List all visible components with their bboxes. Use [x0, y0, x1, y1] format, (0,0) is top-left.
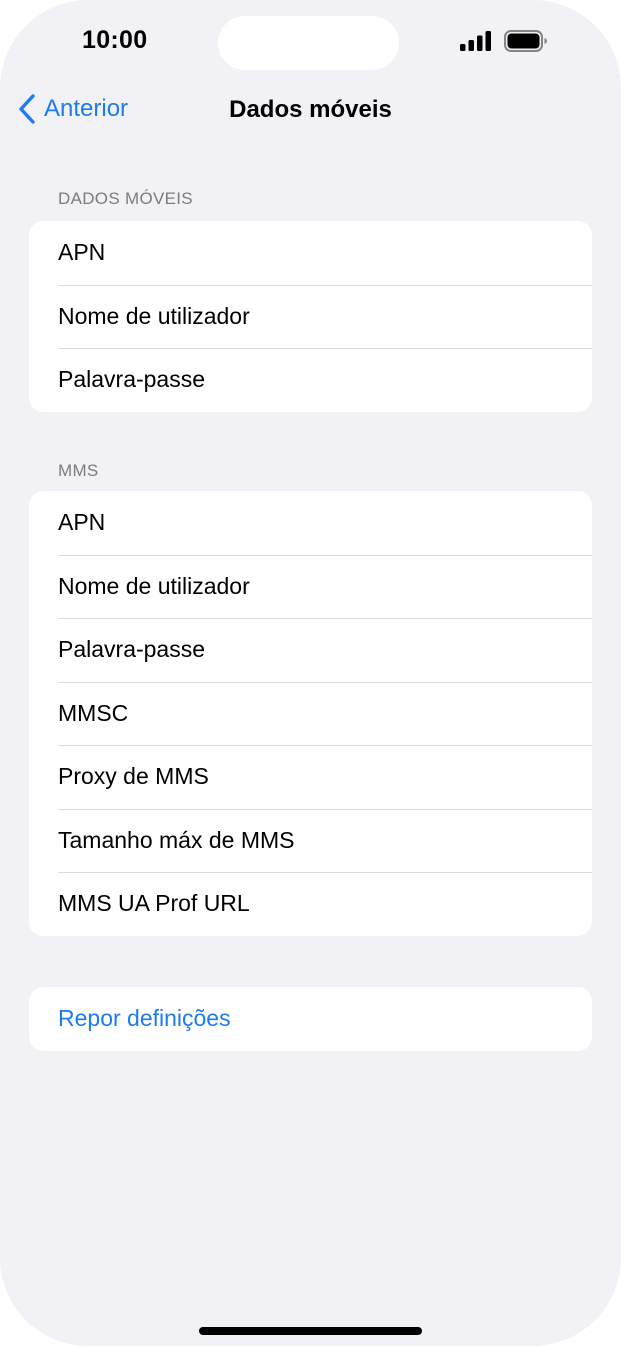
cellular-signal-icon: [460, 31, 491, 51]
section-header-mms: MMS: [58, 461, 99, 480]
dynamic-island: [218, 16, 399, 70]
mms-group: APN Nome de utilizador Palavra-passe MMS…: [29, 491, 592, 936]
battery-icon: [504, 30, 547, 52]
mms-password-row[interactable]: Palavra-passe: [29, 618, 592, 682]
status-time: 10:00: [82, 26, 148, 54]
mobile-data-username-row[interactable]: Nome de utilizador: [29, 284, 592, 349]
navigation-bar: Anterior Dados móveis: [0, 86, 621, 134]
reset-settings-button[interactable]: Repor definições: [29, 987, 592, 1051]
reset-group: Repor definições: [29, 987, 592, 1051]
mms-username-row[interactable]: Nome de utilizador: [29, 554, 592, 619]
mms-ua-prof-url-row[interactable]: MMS UA Prof URL: [29, 872, 592, 936]
page-title: Dados móveis: [229, 96, 392, 123]
phone-screen: 10:00 Anterior Dados móveis DADOS MÓVEIS…: [0, 0, 621, 1346]
section-header-mobile-data: DADOS MÓVEIS: [58, 189, 193, 208]
home-indicator[interactable]: [199, 1327, 422, 1335]
mmsc-row[interactable]: MMSC: [29, 681, 592, 746]
mobile-data-password-row[interactable]: Palavra-passe: [29, 348, 592, 412]
mms-max-size-row[interactable]: Tamanho máx de MMS: [29, 808, 592, 873]
mms-proxy-row[interactable]: Proxy de MMS: [29, 745, 592, 809]
mobile-data-group: APN Nome de utilizador Palavra-passe: [29, 221, 592, 412]
status-bar: 10:00: [0, 0, 621, 86]
mobile-data-apn-row[interactable]: APN: [29, 221, 592, 285]
mms-apn-row[interactable]: APN: [29, 491, 592, 555]
